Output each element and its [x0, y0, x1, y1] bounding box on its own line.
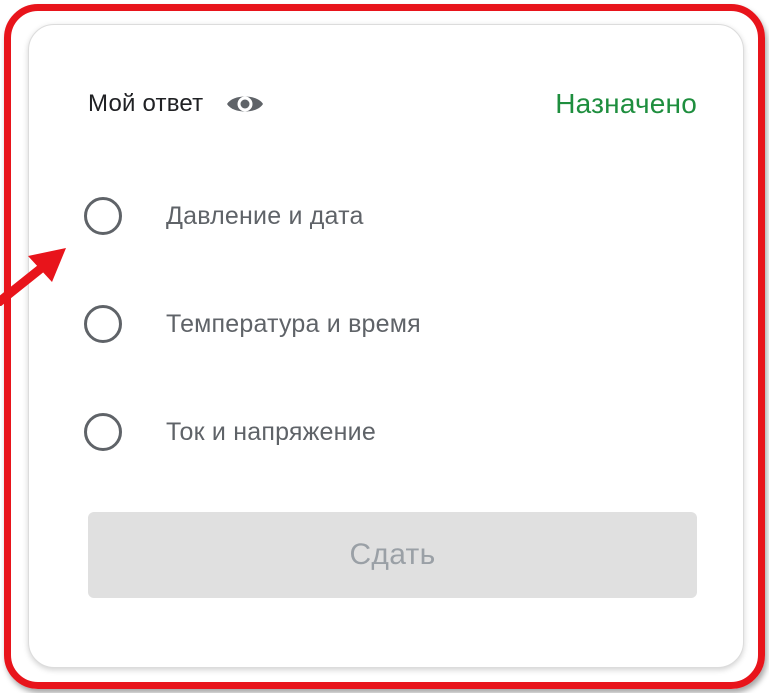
option-pressure-date[interactable]: Давление и дата	[84, 190, 364, 242]
card-title: Мой ответ	[88, 90, 204, 117]
red-arrow-icon	[0, 248, 66, 306]
option-current-voltage[interactable]: Ток и напряжение	[84, 406, 376, 458]
eye-icon[interactable]	[225, 91, 265, 117]
card-header: Мой ответ	[88, 86, 265, 122]
submit-button[interactable]: Сдать	[88, 512, 697, 598]
option-label: Ток и напряжение	[166, 417, 376, 446]
radio-button[interactable]	[84, 197, 122, 235]
option-temperature-time[interactable]: Температура и время	[84, 298, 421, 350]
status-label: Назначено	[555, 88, 697, 119]
option-label: Давление и дата	[166, 201, 364, 230]
radio-button[interactable]	[84, 305, 122, 343]
radio-button[interactable]	[84, 413, 122, 451]
option-label: Температура и время	[166, 309, 421, 338]
